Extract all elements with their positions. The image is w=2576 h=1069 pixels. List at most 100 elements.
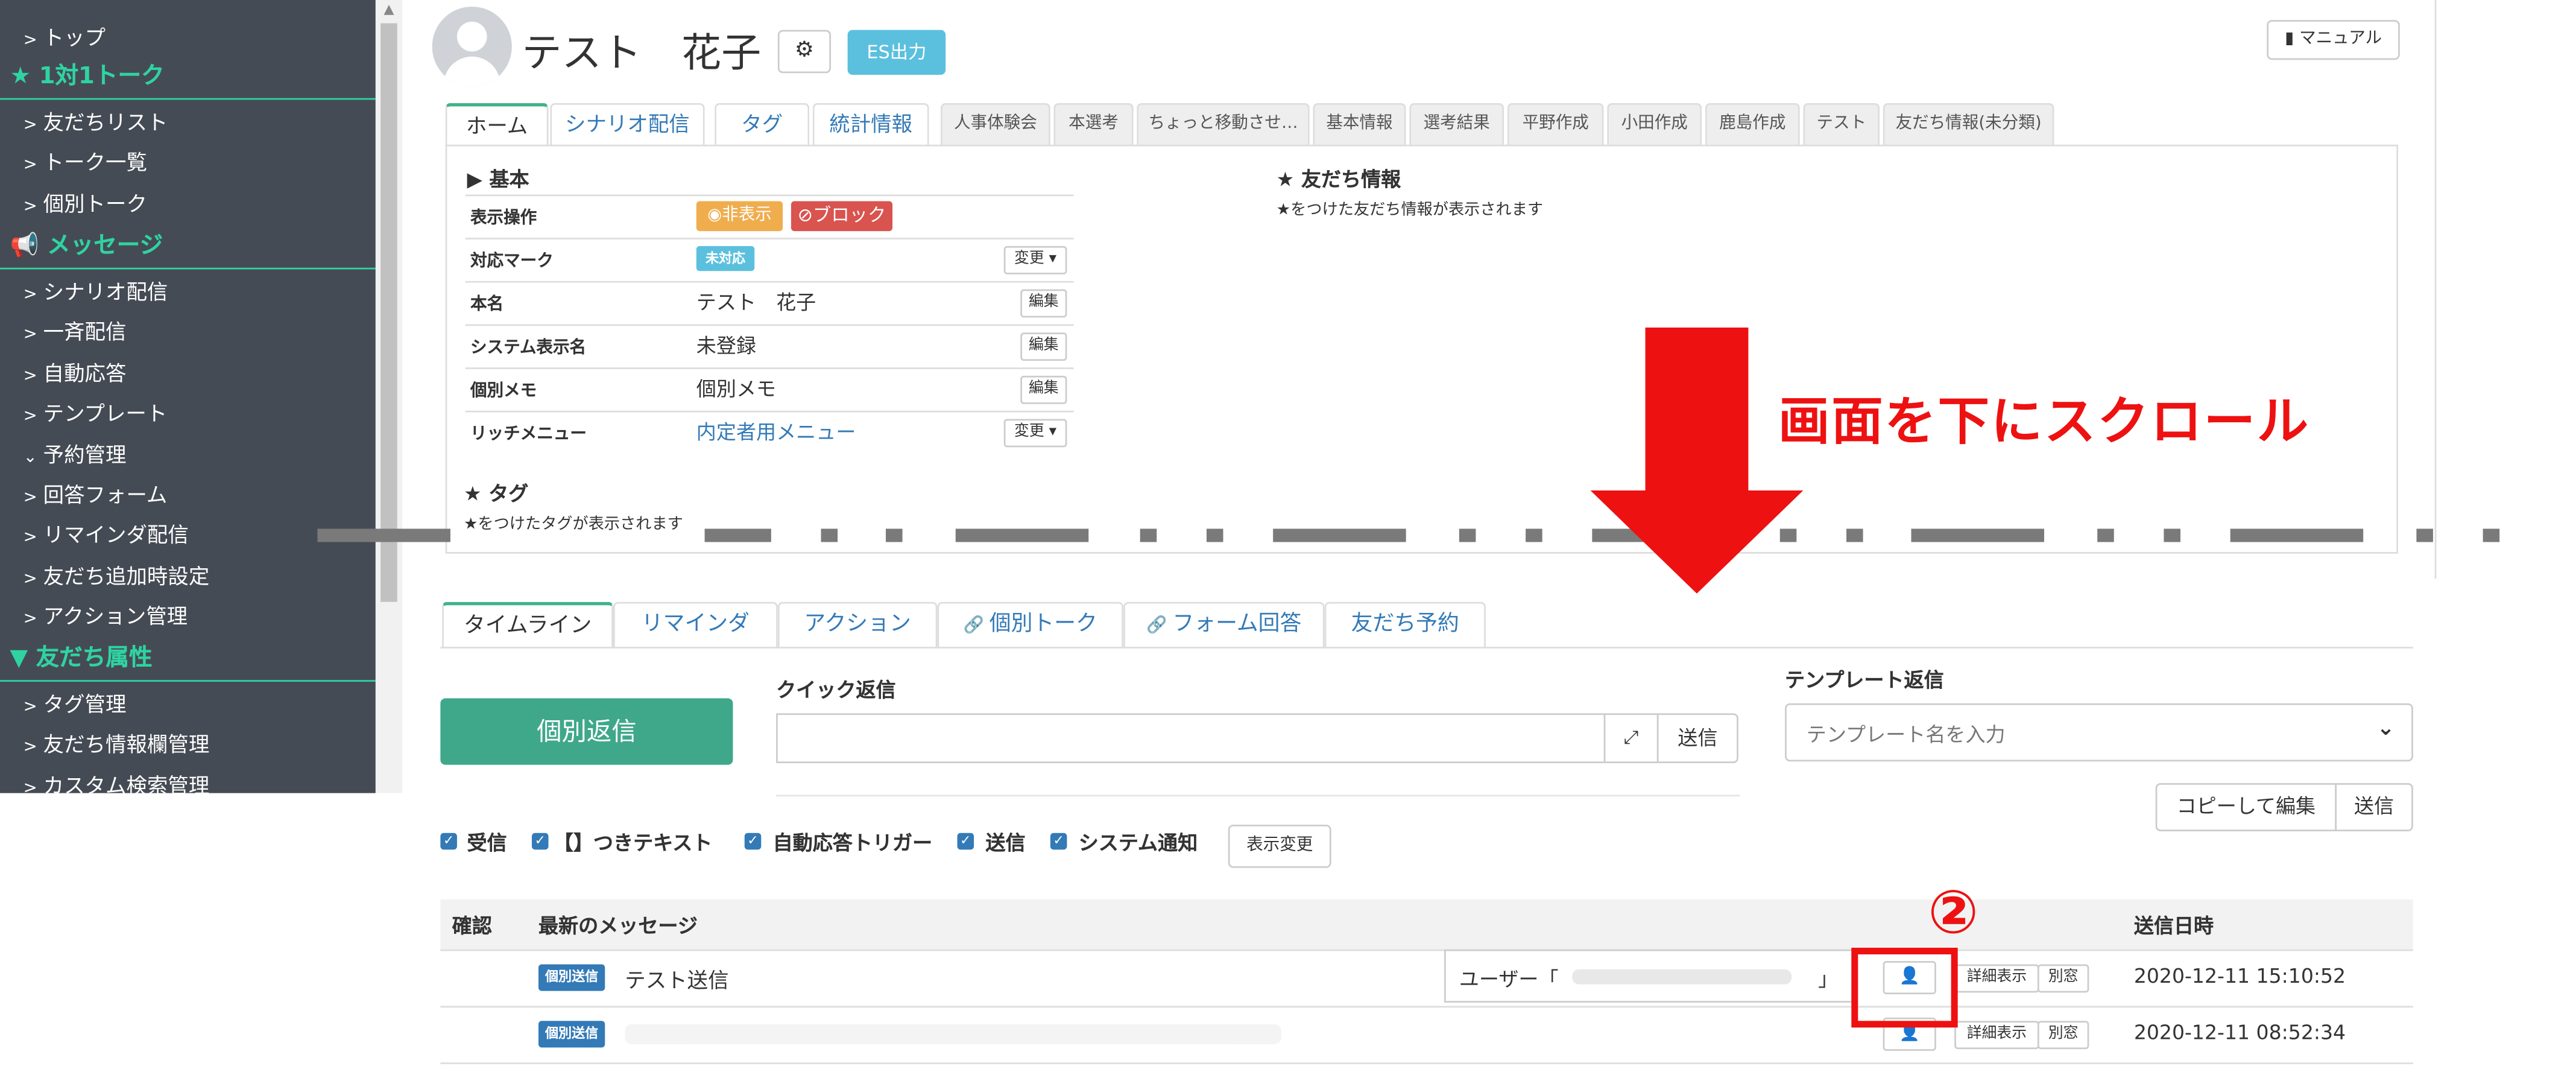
- timeline-tab-label: リマインダ: [641, 612, 750, 637]
- sidebar-item-3[interactable]: > トーク一覧: [0, 143, 376, 183]
- profile-tab-5[interactable]: 本選考: [1053, 103, 1134, 147]
- basic-row-divider: [465, 194, 1074, 197]
- sidebar-item-17[interactable]: > 友だち情報欄管理: [0, 725, 376, 765]
- right-divider: [2434, 0, 2437, 579]
- chevron-down-icon: ⌄: [2376, 716, 2395, 742]
- profile-tab-11[interactable]: 鹿島作成: [1705, 103, 1800, 147]
- profile-tab-12[interactable]: テスト: [1803, 103, 1880, 147]
- scroll-down-arrow-icon: [1590, 327, 1804, 594]
- mark-change-dropdown[interactable]: 変更 ▾: [1003, 246, 1067, 274]
- eye-icon: ◉: [707, 206, 722, 225]
- sidebar-item-14[interactable]: > アクション管理: [0, 597, 376, 636]
- timeline-tab-3[interactable]: 🔗 個別トーク: [937, 601, 1124, 649]
- sidebar-item-11[interactable]: > 回答フォーム: [0, 475, 376, 515]
- chevron-right-icon: >: [23, 698, 37, 717]
- expand-button[interactable]: ⤢: [1603, 713, 1659, 764]
- sidebar-section-5[interactable]: 📢 メッセージ: [0, 226, 376, 266]
- rich-menu-change-dropdown[interactable]: 変更 ▾: [1003, 419, 1067, 448]
- template-select[interactable]: テンプレート名を入力 ⌄: [1785, 703, 2413, 762]
- profile-tab-8[interactable]: 選考結果: [1409, 103, 1504, 147]
- profile-tab-1[interactable]: シナリオ配信: [550, 103, 705, 147]
- timeline-tab-0[interactable]: タイムライン: [442, 601, 614, 649]
- filter-checkbox[interactable]: ✓: [440, 833, 457, 850]
- rich-menu-change-label: 変更: [1014, 423, 1044, 441]
- message-text[interactable]: テスト送信: [625, 963, 728, 994]
- profile-tab-2[interactable]: タグ: [715, 103, 810, 147]
- quick-reply-input[interactable]: [776, 713, 1606, 764]
- profile-tab-6[interactable]: ちょっと移動させ…: [1137, 103, 1310, 147]
- separator-dash: [2230, 528, 2364, 542]
- template-send-button[interactable]: 送信: [2335, 783, 2413, 832]
- sidebar-item-label: テンプレート: [43, 401, 168, 426]
- rich-menu-link[interactable]: 内定者用メニュー: [696, 417, 856, 446]
- separator-dash: [2164, 528, 2181, 542]
- sidebar-item-4[interactable]: > 個別トーク: [0, 185, 376, 224]
- sidebar-item-7[interactable]: > 一斉配信: [0, 312, 376, 352]
- individual-send-badge: 個別送信: [538, 1021, 605, 1048]
- gear-icon: ⚙: [794, 38, 815, 63]
- profile-tab-7[interactable]: 基本情報: [1313, 103, 1406, 147]
- sidebar-item-8[interactable]: > 自動応答: [0, 354, 376, 394]
- sidebar-item-9[interactable]: > テンプレート: [0, 394, 376, 434]
- latest-message-column-header: 最新のメッセージ: [538, 914, 698, 938]
- separator-dash: [2416, 528, 2433, 542]
- filter-checkbox[interactable]: ✓: [531, 833, 549, 850]
- sidebar-item-18[interactable]: > カスタム検索管理: [0, 767, 376, 793]
- sidebar-item-13[interactable]: > 友だち追加時設定: [0, 557, 376, 597]
- separator-dash: [1526, 528, 1542, 542]
- basic-row-divider: [465, 324, 1074, 326]
- detail-view-button[interactable]: 詳細表示: [1954, 1021, 2039, 1050]
- chevron-right-icon: >: [23, 116, 37, 135]
- sidebar-item-6[interactable]: > シナリオ配信: [0, 273, 376, 312]
- profile-tab-9[interactable]: 平野作成: [1507, 103, 1604, 147]
- megaphone-icon: 📢: [10, 232, 48, 259]
- timeline-tab-label: 友だち予約: [1351, 612, 1459, 637]
- sidebar-item-16[interactable]: > タグ管理: [0, 685, 376, 725]
- real-name-edit-button[interactable]: 編集: [1020, 289, 1067, 318]
- chevron-right-icon: >: [23, 528, 37, 547]
- sidebar-scroll-thumb[interactable]: [380, 23, 397, 602]
- unhandled-badge: 未対応: [696, 246, 755, 271]
- separator-dash: [886, 528, 903, 542]
- new-window-button[interactable]: 別窓: [2037, 1021, 2089, 1050]
- hide-button[interactable]: ◉非表示: [696, 201, 783, 232]
- copy-edit-button[interactable]: コピーして編集: [2155, 783, 2337, 832]
- system-name-label: システム表示名: [470, 339, 587, 358]
- profile-tab-0[interactable]: ホーム: [445, 103, 549, 147]
- sidebar-item-2[interactable]: > 友だちリスト: [0, 103, 376, 143]
- separator-dash: [1846, 528, 1863, 542]
- profile-tab-10[interactable]: 小田作成: [1607, 103, 1702, 147]
- block-button[interactable]: ⊘ブロック: [791, 201, 893, 232]
- memo-edit-button[interactable]: 編集: [1020, 375, 1067, 404]
- sidebar-item-0[interactable]: > トップ: [0, 18, 376, 58]
- timeline-tab-1[interactable]: リマインダ: [613, 601, 778, 649]
- filter-checkbox[interactable]: ✓: [1050, 833, 1067, 850]
- individual-reply-button[interactable]: 個別返信: [440, 698, 733, 765]
- chevron-right-icon: >: [23, 156, 37, 175]
- quick-send-button[interactable]: 送信: [1656, 713, 1738, 764]
- new-window-button[interactable]: 別窓: [2037, 964, 2089, 993]
- settings-button[interactable]: ⚙: [777, 30, 832, 74]
- filter-checkbox[interactable]: ✓: [744, 833, 762, 850]
- timeline-tab-2[interactable]: アクション: [777, 601, 938, 649]
- timeline-tab-4[interactable]: 🔗 フォーム回答: [1123, 601, 1325, 649]
- detail-view-button[interactable]: 詳細表示: [1954, 964, 2039, 993]
- sidebar-item-label: シナリオ配信: [43, 279, 168, 305]
- blurred-user-name: [1572, 969, 1792, 985]
- profile-tab-4[interactable]: 人事体験会: [940, 103, 1050, 147]
- system-name-edit-button[interactable]: 編集: [1020, 332, 1067, 361]
- filter-label: システム通知: [1078, 831, 1198, 855]
- sidebar-section-15[interactable]: ▼ 友だち属性: [0, 638, 376, 678]
- scroll-up-arrow-icon[interactable]: ▲: [376, 0, 402, 20]
- sidebar-section-1[interactable]: ★ 1対1トーク: [0, 57, 376, 97]
- es-export-button[interactable]: ES出力: [847, 30, 946, 75]
- sidebar-item-10[interactable]: ⌄ 予約管理: [0, 436, 376, 475]
- manual-button[interactable]: ▮ マニュアル: [2267, 20, 2400, 60]
- profile-tab-13[interactable]: 友だち情報(未分類): [1883, 103, 2054, 147]
- sidebar-item-label: 回答フォーム: [43, 482, 168, 507]
- sidebar-item-label: 友だち情報欄管理: [43, 731, 210, 757]
- change-display-button[interactable]: 表示変更: [1228, 825, 1331, 868]
- filter-checkbox[interactable]: ✓: [957, 833, 974, 850]
- profile-tab-3[interactable]: 統計情報: [812, 103, 929, 147]
- timeline-tab-5[interactable]: 友だち予約: [1324, 601, 1486, 649]
